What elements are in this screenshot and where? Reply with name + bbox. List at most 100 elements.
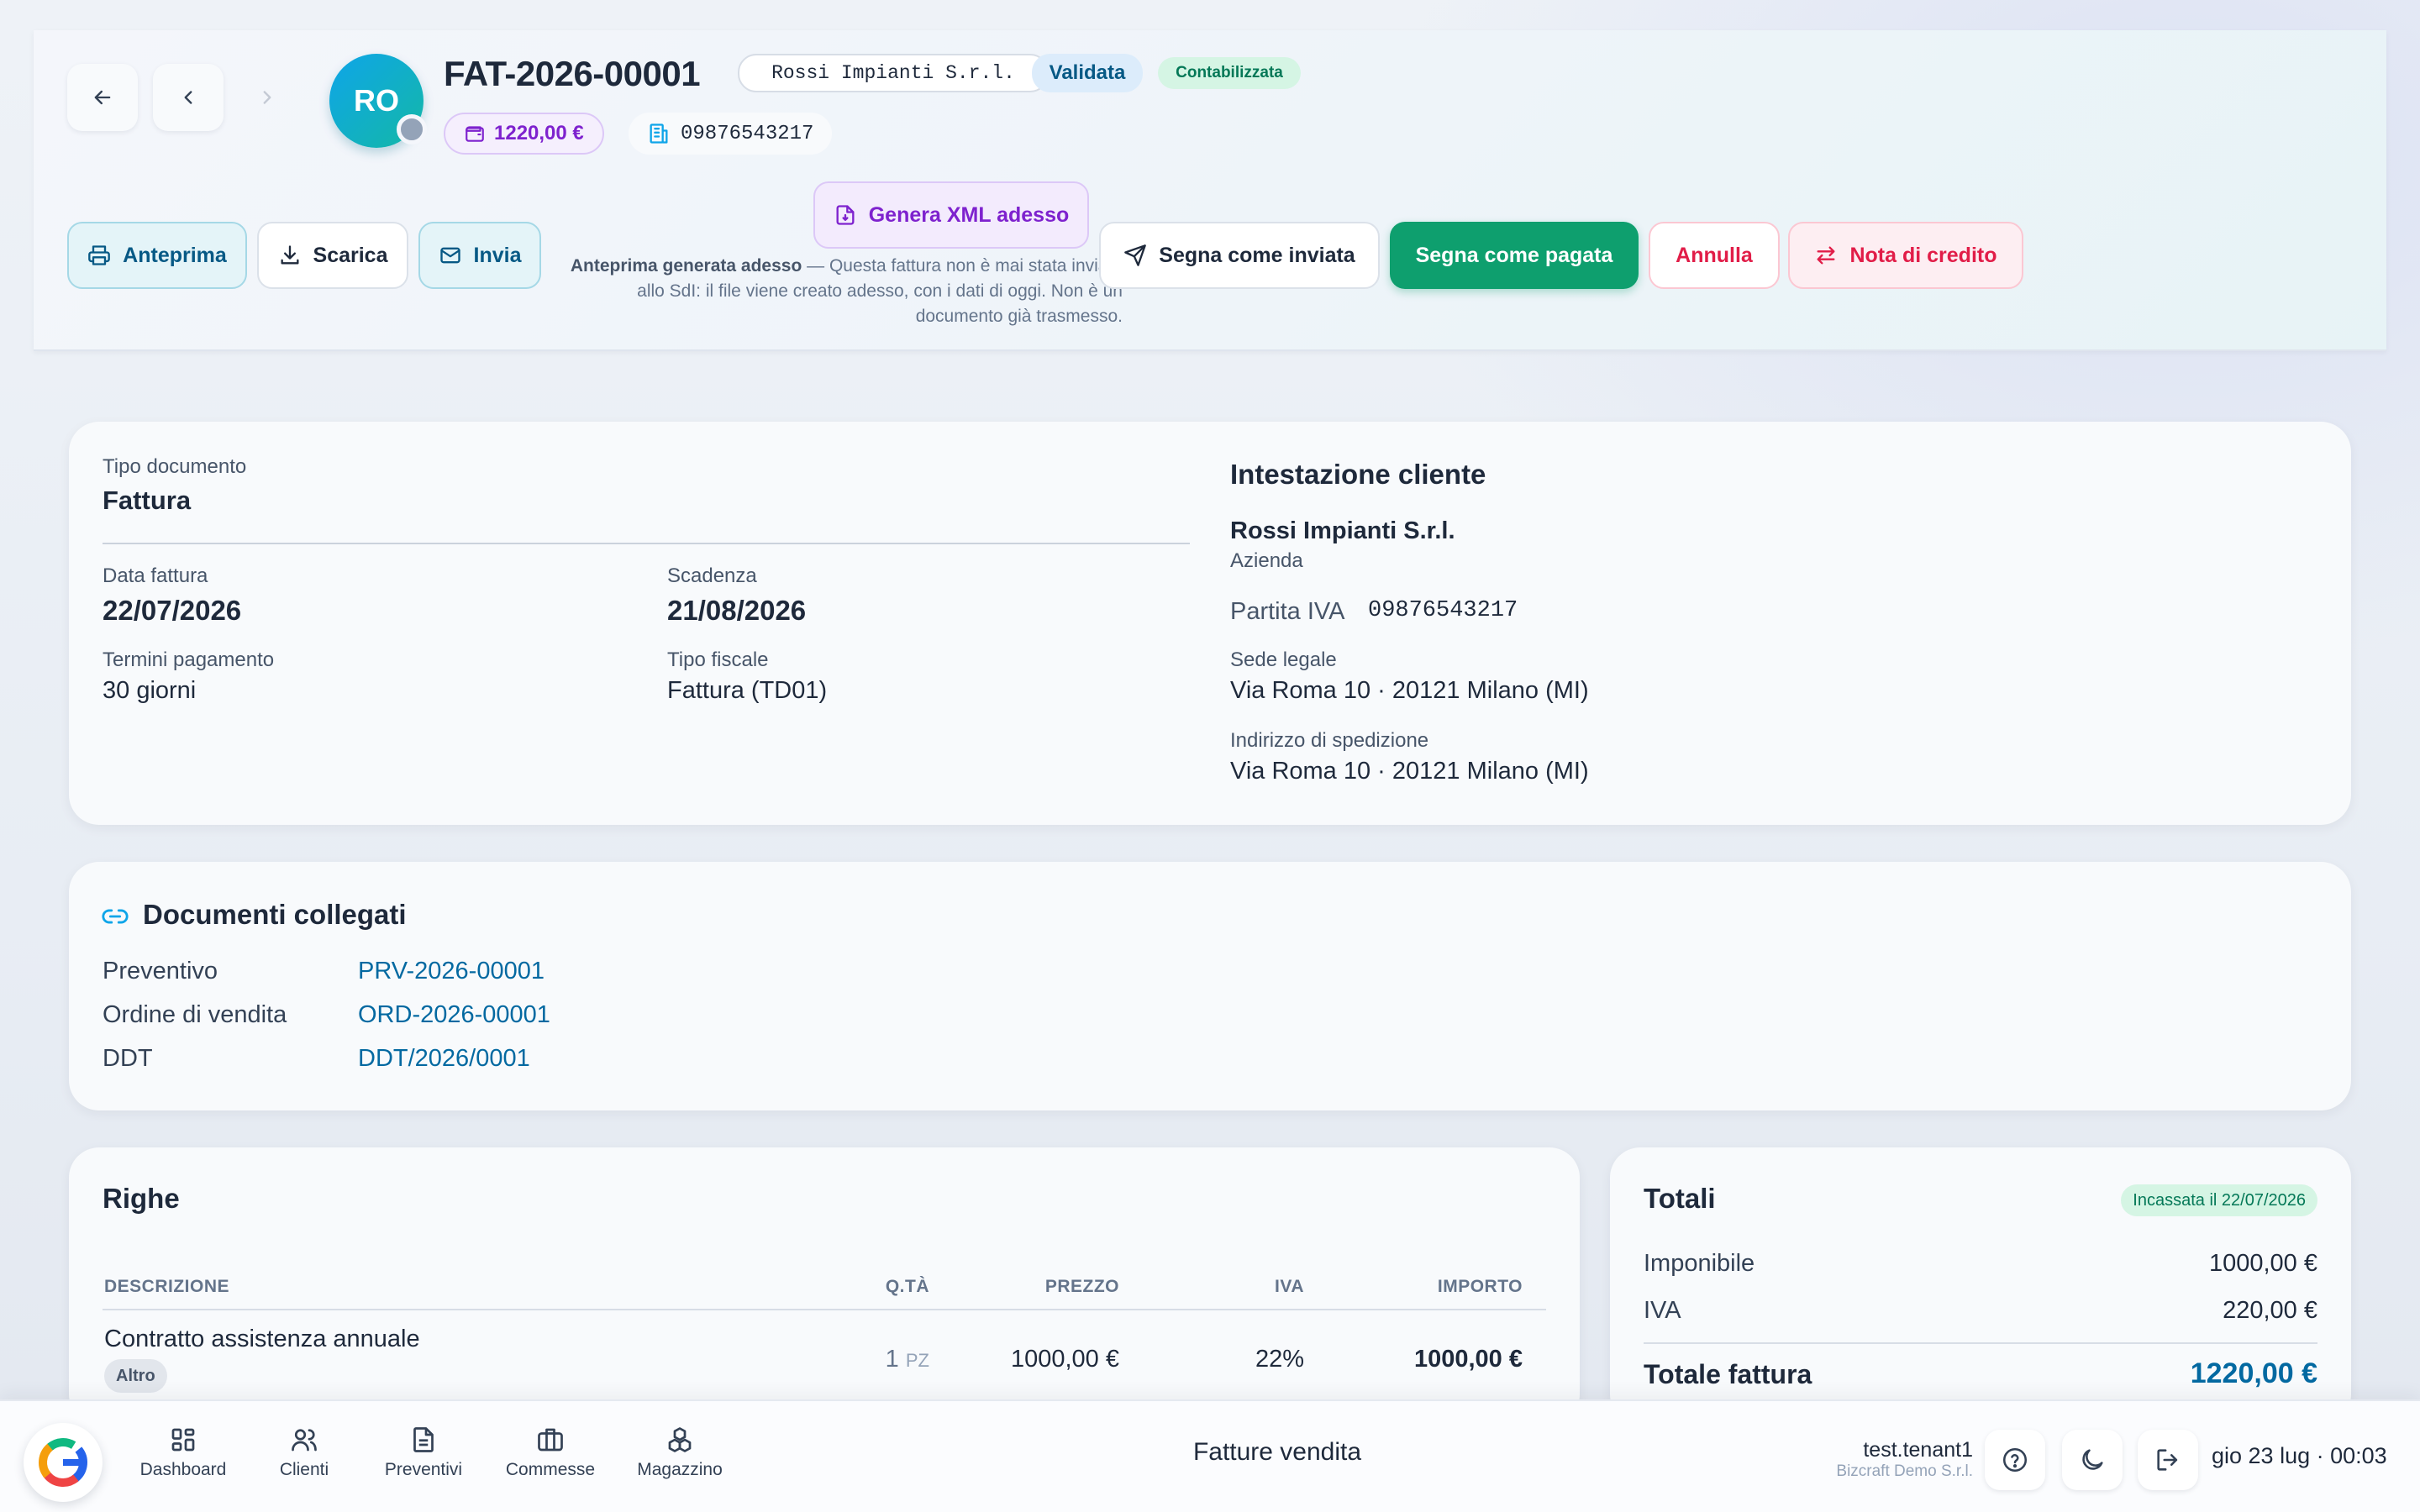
column-header-qty: Q.TÀ [885,1277,929,1296]
due-date-label: Scadenza [667,564,757,587]
mark-sent-button[interactable]: Segna come inviata [1099,222,1380,289]
line-vat: 22% [1255,1346,1304,1373]
linked-link-ddt[interactable]: DDT/2026/0001 [358,1045,530,1073]
legal-address-label: Sede legale [1230,648,1337,671]
linked-label-quote: Preventivo [103,958,218,984]
user-info[interactable]: test.tenant1 Bizcraft Demo S.r.l. [1836,1438,1973,1481]
customer-tag: Rossi Impianti S.r.l. [738,54,1049,92]
vat-total-label: IVA [1644,1297,1681,1324]
linked-documents-title: Documenti collegati [143,899,407,930]
nav-quotes-label: Preventivi [384,1460,463,1479]
chevron-left-icon [184,91,192,104]
lines-title: Righe [103,1183,180,1214]
fiscal-type-value: Fattura (TD01) [667,677,828,704]
vat-label: Partita IVA [1230,598,1345,625]
totals-card: Totali Incassata il 22/07/2026 Imponibil… [1610,1147,2351,1425]
line-category-tag: Altro [104,1359,167,1393]
nav-jobs[interactable]: Commesse [487,1425,613,1480]
amount-value: 1220,00 € [494,122,584,144]
chevron-right-icon [263,91,271,104]
back-button[interactable] [67,64,138,131]
mark-paid-button[interactable]: Segna come pagata [1390,222,1639,289]
linked-link-order[interactable]: ORD-2026-00001 [358,1001,550,1029]
amount-badge: 1220,00 € [444,113,604,155]
nav-clients-label: Clienti [279,1460,329,1479]
preview-button[interactable]: Anteprima [67,222,247,289]
shipping-address-value: Via Roma 10 · 20121 Milano (MI) [1230,758,1589,785]
previous-button[interactable] [153,64,224,131]
column-header-amount: IMPORTO [1437,1277,1523,1296]
line-unit: PZ [905,1350,929,1371]
vat-total-value: 220,00 € [2223,1297,2317,1324]
totals-title: Totali [1644,1183,1716,1214]
cancel-invoice-button[interactable]: Annulla [1649,222,1780,289]
grand-total-label: Totale fattura [1644,1359,1812,1389]
payment-terms-label: Termini pagamento [103,648,275,671]
linked-label-ddt: DDT [103,1045,153,1072]
users-icon [292,1429,317,1452]
mail-icon [439,247,460,264]
linked-link-quote[interactable]: PRV-2026-00001 [358,958,544,985]
doc-type-label: Tipo documento [103,455,247,478]
vat-value: 09876543217 [681,122,814,145]
xml-hint: Anteprima generata adesso — Questa fattu… [561,254,1123,329]
hint-title: Anteprima generata adesso [570,256,802,276]
next-button[interactable] [232,64,302,131]
status-badge-validated: Validata [1032,54,1143,92]
send-label: Invia [473,243,522,267]
line-amount: 1000,00 € [1413,1346,1523,1373]
nav-dashboard[interactable]: Dashboard [120,1425,246,1480]
totals-divider [1644,1342,2317,1344]
vat-badge: 09876543217 [629,113,833,155]
nav-jobs-label: Commesse [505,1460,596,1479]
avatar: RO [329,54,427,148]
nav-quotes[interactable]: Preventivi [360,1425,487,1480]
credit-note-label: Nota di credito [1849,243,1997,267]
paid-badge: Incassata il 22/07/2026 [2121,1184,2317,1216]
line-description: Contratto assistenza annuale [104,1326,420,1352]
doc-type-value: Fattura [103,486,192,515]
date-time: gio 23 lug · 00:03 [2212,1443,2387,1468]
logout-button[interactable] [2138,1430,2198,1490]
line-price: 1000,00 € [1010,1346,1119,1373]
help-button[interactable] [1985,1430,2045,1490]
send-icon [1124,244,1147,266]
nav-dashboard-label: Dashboard [139,1460,227,1479]
preview-label: Anteprima [123,243,227,267]
invoice-lines-card: Righe DESCRIZIONE Q.TÀ PREZZO IVA IMPORT… [69,1147,1580,1425]
fiscal-type-label: Tipo fiscale [667,648,769,671]
nav-warehouse[interactable]: Magazzino [617,1425,743,1480]
credit-note-button[interactable]: Nota di credito [1788,222,2023,289]
send-button[interactable]: Invia [418,222,541,289]
grand-total-value: 1220,00 € [2190,1357,2317,1389]
user-name: test.tenant1 [1863,1438,1973,1462]
line-qty-value: 1 [885,1346,899,1373]
divider [103,543,1190,544]
current-section-title: Fatture vendita [1192,1438,1362,1466]
document-icon [413,1427,434,1452]
download-icon [281,245,299,265]
mark-sent-label: Segna come inviata [1159,243,1355,267]
customer-section-title: Intestazione cliente [1230,459,1486,490]
avatar-initials: RO [354,83,399,118]
moon-icon [2082,1449,2103,1470]
bottom-bar: Dashboard Clienti Preventivi Commesse Ma… [0,1399,2420,1512]
boxes-icon [668,1427,692,1452]
cancel-label: Annulla [1676,243,1753,267]
printer-icon [88,245,111,265]
logo-icon [39,1437,87,1487]
nav-clients[interactable]: Clienti [241,1425,367,1480]
payment-terms-value: 30 giorni [103,677,197,704]
company-name: Bizcraft Demo S.r.l. [1836,1462,1973,1480]
nav-warehouse-label: Magazzino [637,1460,723,1479]
link-icon [102,909,129,924]
invoice-date-label: Data fattura [103,564,208,587]
generate-xml-button[interactable]: Genera XML adesso [813,181,1089,249]
customer-vat-value: 09876543217 [1368,598,1518,623]
page-title: FAT-2026-00001 [444,54,701,93]
column-header-price: PREZZO [1044,1277,1119,1296]
column-header-description: DESCRIZIONE [104,1277,230,1296]
download-button[interactable]: Scarica [257,222,408,289]
app-logo[interactable] [24,1423,103,1502]
theme-toggle-button[interactable] [2062,1430,2123,1490]
